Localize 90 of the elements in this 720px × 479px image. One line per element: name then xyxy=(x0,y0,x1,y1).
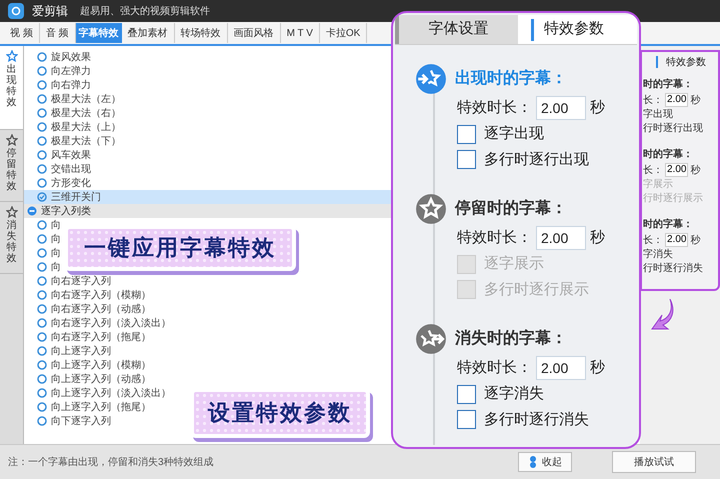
section-title: 停留时的字幕： xyxy=(455,198,567,219)
unit-label: 秒 xyxy=(590,228,605,248)
unit-label: 秒 xyxy=(690,164,700,178)
effect-list-item[interactable]: 向下逐字入列 xyxy=(24,414,113,428)
checkbox-label: 字消失 xyxy=(643,248,674,262)
status-note: 注：一个字幕由出现，停留和消失3种特效组成 xyxy=(8,456,215,470)
collapse-button[interactable]: 收起 xyxy=(518,452,572,472)
checkbox-label: 逐字消失 xyxy=(484,384,544,404)
checkbox[interactable] xyxy=(457,124,476,144)
tab[interactable]: 画面风格 xyxy=(228,23,281,43)
play-preview-button[interactable]: 播放试试 xyxy=(612,451,696,473)
effect-list-item[interactable]: 向上逐字入列（淡入淡出） xyxy=(24,386,173,400)
category-row[interactable]: 逐字入列类 xyxy=(24,204,391,218)
effect-list-item[interactable]: 向上逐字入列 xyxy=(24,344,113,358)
effect-list-item[interactable]: 向 xyxy=(24,246,63,260)
checkbox-label: 行时逐行出现 xyxy=(643,122,704,136)
tab[interactable]: 字体设置 xyxy=(395,15,518,44)
effect-list-item[interactable]: 风车效果 xyxy=(24,148,93,162)
effect-list-item[interactable]: 向 xyxy=(24,218,63,232)
checkbox-label: 多行时逐行出现 xyxy=(484,150,589,170)
effect-list-item[interactable]: 向 xyxy=(24,232,63,246)
effect-list-item[interactable]: 向右逐字入列（模糊） xyxy=(24,288,153,302)
tab[interactable]: 转场特效 xyxy=(174,23,228,43)
effect-list-item[interactable]: 向右逐字入列（淡入淡出） xyxy=(24,316,173,330)
unit-label: 秒 xyxy=(690,234,700,248)
duration-label: 长： xyxy=(643,234,663,248)
star-icon xyxy=(6,134,18,146)
collapse-icon xyxy=(27,206,37,216)
app-logo-icon xyxy=(8,3,24,19)
effect-list-item[interactable]: 向 xyxy=(24,260,63,274)
duration-field[interactable]: 2.00 xyxy=(665,233,688,247)
duration-label: 特效时长： xyxy=(457,228,532,248)
tab[interactable]: 特效参数 xyxy=(666,54,706,70)
effect-list-item[interactable]: 三维开关门 xyxy=(24,190,391,204)
effect-list-item[interactable]: 向右逐字入列（拖尾） xyxy=(24,330,153,344)
effect-list-item[interactable]: 交错出现 xyxy=(24,162,93,176)
star-icon xyxy=(6,50,18,62)
duration-label: 长： xyxy=(643,94,663,108)
effect-list-item[interactable]: 方形变化 xyxy=(24,176,93,190)
duration-label: 长： xyxy=(643,164,663,178)
section-title: 时的字幕： xyxy=(643,148,694,162)
section-title: 时的字幕： xyxy=(643,78,694,92)
duration-field[interactable]: 2.00 xyxy=(665,163,688,177)
checkbox-label: 逐字展示 xyxy=(484,254,544,274)
effect-list-item[interactable]: 向上逐字入列（动感） xyxy=(24,372,153,386)
checkbox-label: 字出现 xyxy=(643,108,674,122)
star-icon xyxy=(6,206,18,218)
unit-label: 秒 xyxy=(690,94,700,108)
app-name: 爱剪辑 xyxy=(32,3,68,20)
effect-list-item[interactable]: 极星大法（上） xyxy=(24,120,123,134)
checkbox-label: 行时逐行消失 xyxy=(643,262,704,276)
checkbox[interactable] xyxy=(457,384,476,404)
tab[interactable]: 视 频 xyxy=(4,23,40,43)
effect-list-item[interactable]: 极星大法（下） xyxy=(24,134,123,148)
duration-label: 特效时长： xyxy=(457,98,532,118)
effect-list-item[interactable]: 向左弹力 xyxy=(24,64,93,78)
duration-field[interactable]: 2.00 xyxy=(665,93,688,107)
checkbox-label: 多行时逐行消失 xyxy=(484,410,589,430)
checkbox[interactable] xyxy=(457,410,476,430)
duration-label: 特效时长： xyxy=(457,358,532,378)
effect-list-item[interactable]: 向右逐字入列 xyxy=(24,274,113,288)
checkbox-label: 逐字出现 xyxy=(484,124,544,144)
tab[interactable]: M T V xyxy=(280,23,320,43)
curved-arrow-icon xyxy=(650,299,674,331)
effect-list-item[interactable]: 向上逐字入列（模糊） xyxy=(24,358,153,372)
unit-label: 秒 xyxy=(590,358,605,378)
effect-list-item[interactable]: 极星大法（左） xyxy=(24,92,123,106)
duration-field[interactable]: 2.00 xyxy=(536,356,586,380)
effect-list-item[interactable]: 向上逐字入列（拖尾） xyxy=(24,400,153,414)
duration-field[interactable]: 2.00 xyxy=(536,96,586,120)
duration-field[interactable]: 2.00 xyxy=(536,226,586,250)
tab[interactable]: 卡拉OK xyxy=(320,23,368,43)
side-tab[interactable]: 出现特效 xyxy=(0,46,23,130)
section-title: 出现时的字幕： xyxy=(455,68,567,89)
checkbox-label: 字展示 xyxy=(643,178,674,192)
checkbox[interactable] xyxy=(457,150,476,170)
tab[interactable]: 叠加素材 xyxy=(122,23,175,43)
effect-list-item[interactable]: 向右弹力 xyxy=(24,78,93,92)
effect-list-item[interactable]: 向右逐字入列（动感） xyxy=(24,302,153,316)
unit-label: 秒 xyxy=(590,98,605,118)
section-title: 时的字幕： xyxy=(643,218,694,232)
tab[interactable]: 特效参数 xyxy=(518,15,637,44)
check-circle-icon xyxy=(37,192,47,202)
effect-list-item[interactable]: 极星大法（右） xyxy=(24,106,123,120)
effect-list-item[interactable]: 旋风效果 xyxy=(24,50,93,64)
tab[interactable]: 字幕特效 xyxy=(76,23,122,43)
checkbox-label: 行时逐行展示 xyxy=(643,192,704,206)
app-slogan: 超易用、强大的视频剪辑软件 xyxy=(80,4,210,18)
checkbox-label: 多行时逐行展示 xyxy=(484,280,589,300)
section-title: 消失时的字幕： xyxy=(455,328,567,349)
